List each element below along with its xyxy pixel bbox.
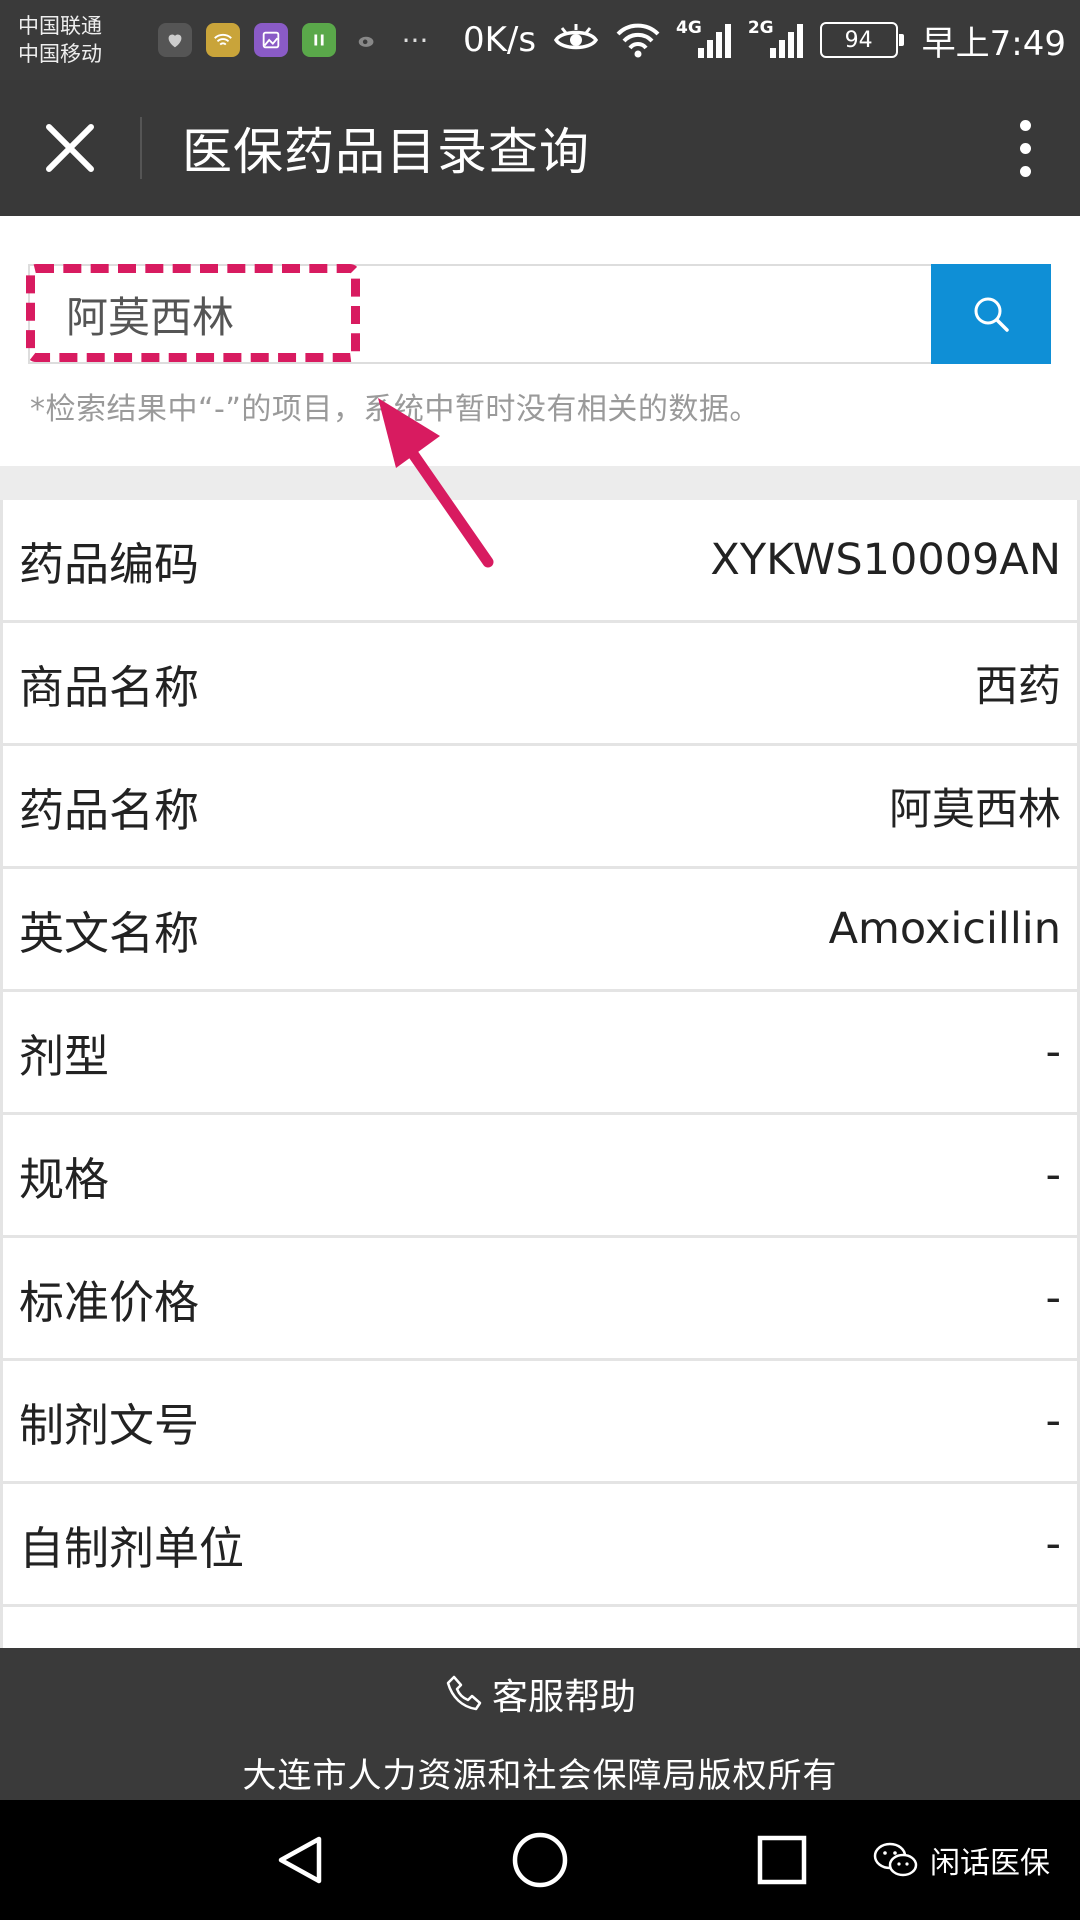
row-value: XYKWS10009AN [710, 535, 1061, 585]
close-icon [46, 124, 94, 172]
back-button[interactable] [270, 1830, 330, 1890]
signal-2g-icon: 2G [748, 18, 804, 58]
status-bar: 中国联通 中国移动 ··· 0K/s 4G 2G 94 早上7:49 [0, 0, 1080, 80]
help-label: 客服帮助 [491, 1677, 636, 1718]
more-options-button[interactable] [970, 80, 1080, 216]
battery-icon: 94 [819, 22, 904, 58]
recents-square-icon [757, 1835, 807, 1885]
phone-icon [446, 1675, 482, 1711]
detail-row-specification: 规格 - [0, 1115, 1080, 1238]
wifi-icon [616, 22, 660, 58]
section-gap [0, 466, 1080, 500]
search-button[interactable] [931, 264, 1051, 364]
row-value: - [1045, 1273, 1061, 1323]
back-triangle-icon [278, 1836, 322, 1884]
carrier-2: 中国移动 [18, 42, 102, 66]
title-divider [140, 117, 142, 179]
highlight-annotation [26, 264, 360, 362]
gallery-app-icon [254, 23, 288, 57]
eye-icon [552, 22, 600, 58]
battery-level: 94 [844, 27, 873, 53]
notification-icons: ··· [158, 23, 432, 57]
row-value: 西药 [975, 662, 1061, 712]
row-label: 药品编码 [19, 537, 200, 591]
copyright: 大连市人力资源和社会保障局版权所有 [242, 1756, 838, 1796]
status-right: 0K/s 4G 2G 94 早上7:49 [463, 16, 1066, 65]
row-label: 自制剂单位 [19, 1521, 245, 1575]
search-icon [974, 297, 1009, 332]
page-title: 医保药品目录查询 [182, 123, 590, 181]
search-area: 阿莫西林 *检索结果中“-”的项目，系统中暂时没有相关的数据。 [0, 216, 1080, 466]
signal-4g-icon: 4G [676, 18, 732, 58]
row-label: 药品名称 [19, 783, 200, 837]
detail-row-product-name: 商品名称 西药 [0, 623, 1080, 746]
row-value: - [1045, 1396, 1061, 1446]
detail-row-dosage-form: 剂型 - [0, 992, 1080, 1115]
carrier-info: 中国联通 中国移动 [18, 12, 138, 68]
home-button[interactable] [510, 1830, 570, 1890]
row-value: Amoxicillin [828, 904, 1061, 954]
row-value: 阿莫西林 [889, 785, 1061, 835]
row-label: 制剂文号 [19, 1398, 200, 1452]
row-label: 标准价格 [19, 1275, 200, 1329]
row-label: 剂型 [19, 1029, 110, 1083]
row-label: 规格 [19, 1152, 110, 1206]
detail-row-standard-price: 标准价格 - [0, 1238, 1080, 1361]
row-value: - [1045, 1519, 1061, 1569]
customer-service-link[interactable]: 客服帮助 [0, 1648, 1080, 1720]
carrier-1: 中国联通 [18, 14, 102, 38]
weibo-icon [350, 23, 384, 57]
green-app-icon [302, 23, 336, 57]
title-bar: 医保药品目录查询 [0, 80, 1080, 216]
more-dot-icon [1019, 165, 1031, 177]
detail-row-approval-number: 制剂文号 - [0, 1361, 1080, 1484]
row-value: - [1045, 1027, 1061, 1077]
wifi-app-icon [206, 23, 240, 57]
more-notifications-icon: ··· [401, 23, 429, 57]
drug-detail-list: 药品编码 XYKWS10009AN 商品名称 西药 药品名称 阿莫西林 英文名称… [0, 500, 1080, 1730]
wechat-icon [873, 1842, 918, 1877]
heart-app-icon [158, 23, 192, 57]
row-label: 商品名称 [19, 660, 200, 714]
watermark: 闲话医保 [872, 1838, 1050, 1882]
more-dot-icon [1019, 142, 1031, 154]
net-speed: 0K/s [462, 20, 537, 60]
detail-row-preparation-unit: 自制剂单位 - [0, 1484, 1080, 1607]
row-label: 英文名称 [19, 906, 200, 960]
clock: 早上7:49 [921, 23, 1066, 64]
home-circle-icon [512, 1832, 568, 1888]
net-4g-label: 4G [676, 18, 702, 38]
row-value: - [1045, 1150, 1061, 1200]
detail-row-drug-name: 药品名称 阿莫西林 [0, 746, 1080, 869]
watermark-text: 闲话医保 [930, 1846, 1050, 1881]
close-button[interactable] [0, 80, 140, 216]
footer: 客服帮助 大连市人力资源和社会保障局版权所有 [0, 1648, 1080, 1800]
navigation-bar: 闲话医保 [0, 1800, 1080, 1920]
recents-button[interactable] [752, 1830, 812, 1890]
detail-row-drug-code: 药品编码 XYKWS10009AN [0, 500, 1080, 623]
detail-row-english-name: 英文名称 Amoxicillin [0, 869, 1080, 992]
net-2g-label: 2G [747, 18, 774, 38]
more-dot-icon [1019, 119, 1031, 131]
search-note: *检索结果中“-”的项目，系统中暂时没有相关的数据。 [30, 392, 760, 427]
